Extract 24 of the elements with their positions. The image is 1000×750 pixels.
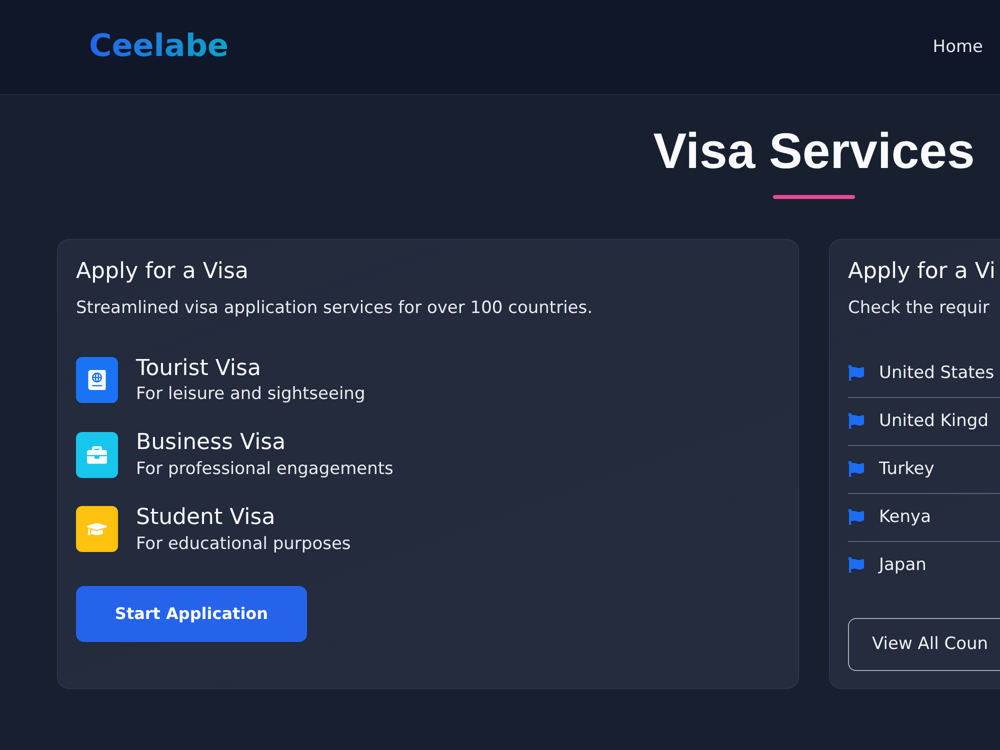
flag-icon	[848, 557, 864, 574]
visa-type-title: Student Visa	[136, 504, 276, 532]
country-name: United Kingd	[879, 410, 988, 432]
visa-type-title: Tourist Visa	[136, 354, 262, 383]
page-title: Visa Services	[653, 122, 975, 181]
card-description: Streamlined visa application services for over 100 countries.	[76, 296, 593, 319]
card-title: Apply for a Vi	[848, 258, 996, 286]
nav-link[interactable]: Home	[932, 36, 983, 58]
flag-icon	[848, 509, 864, 526]
country-name: Japan	[879, 554, 926, 576]
flag-icon	[848, 365, 864, 382]
flag-icon	[848, 413, 864, 430]
card-title: Apply for a Visa	[76, 258, 248, 286]
visa-type-description: For professional engagements	[136, 458, 394, 480]
visa-type-description: For educational purposes	[136, 532, 351, 555]
visa-type-title: Business Visa	[136, 429, 287, 458]
country-name: Turkey	[879, 458, 934, 480]
country-name: United States	[879, 362, 994, 384]
visa-type-description: For leisure and sightseeing	[136, 383, 366, 406]
card-description: Check the requir	[848, 296, 990, 319]
view-all-button[interactable]: View All Coun	[848, 618, 1000, 671]
country-name: Kenya	[879, 506, 932, 528]
start-application-button[interactable]: Start Application	[76, 586, 307, 642]
flag-icon	[848, 461, 864, 478]
